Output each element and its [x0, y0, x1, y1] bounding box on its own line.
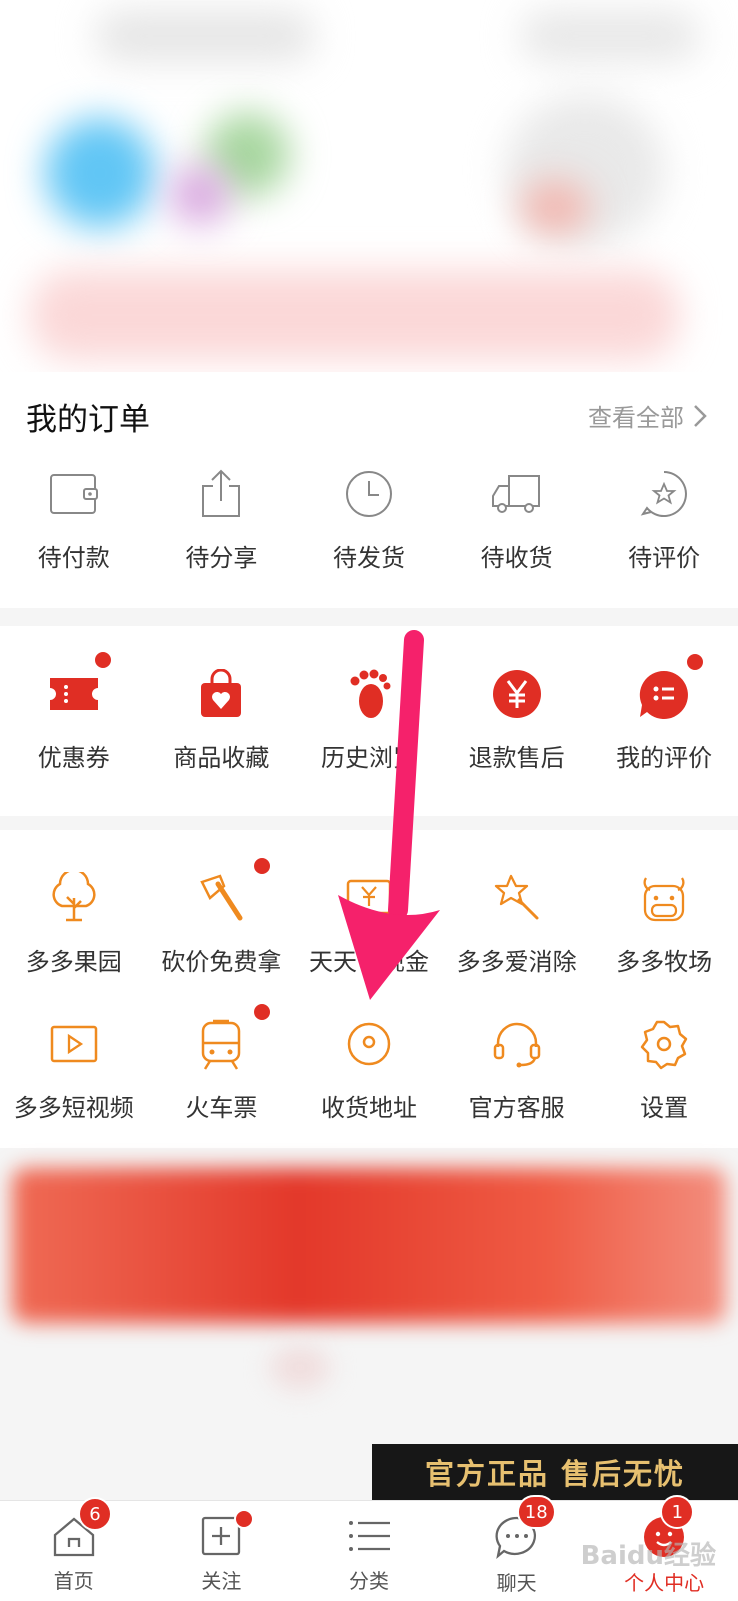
cash-icon	[334, 868, 404, 928]
tool-settings[interactable]: 设置	[590, 1014, 738, 1123]
service-label: 商品收藏	[173, 744, 270, 772]
order-status-label: 待付款	[37, 544, 110, 572]
tools-section: 多多果园 砍价免费拿 天天领现金 多多爱消除 多多牧场 多多短视频 火车票 收货…	[0, 830, 738, 1148]
tab-home[interactable]: 6 首页	[0, 1497, 148, 1601]
tool-label: 设置	[640, 1094, 689, 1122]
tab-badge: 1	[660, 1495, 695, 1529]
services-row: 优惠券 商品收藏 历史浏览 退款售后 我的评价	[0, 650, 738, 773]
tool-bargain[interactable]: 砍价免费拿	[148, 856, 296, 977]
tools-row-1: 多多果园 砍价免费拿 天天领现金 多多爱消除 多多牧场	[0, 856, 738, 977]
footprint-icon	[334, 664, 404, 724]
star-review-icon	[629, 464, 699, 524]
tab-label: 聊天	[496, 1571, 537, 1595]
coupon-icon	[39, 650, 113, 724]
tree-icon	[39, 868, 109, 928]
axe-icon	[186, 856, 273, 928]
notification-dot	[92, 650, 113, 670]
share-icon	[186, 464, 256, 524]
watermark-logo: Baidu经验	[580, 1541, 716, 1571]
order-status-label: 待发货	[332, 544, 405, 572]
order-pending-review[interactable]: 待评价	[590, 464, 738, 573]
yuan-refund-icon	[482, 664, 552, 724]
service-favorites[interactable]: 商品收藏	[148, 664, 296, 773]
blurred-profile-header	[0, 0, 738, 372]
notification-dot	[252, 1002, 273, 1022]
tab-label: 首页	[53, 1569, 94, 1593]
service-label: 优惠券	[37, 744, 110, 772]
orders-section: 我的订单 查看全部 待付款 待分享 待发货 待收货 待评价	[0, 372, 738, 608]
tool-customer-service[interactable]: 官方客服	[443, 1014, 591, 1123]
notification-dot	[685, 652, 706, 672]
tab-categories[interactable]: 分类	[295, 1501, 443, 1601]
tool-shipping-address[interactable]: 收货地址	[295, 1014, 443, 1123]
tool-train-tickets[interactable]: 火车票	[148, 1002, 296, 1123]
order-status-label: 待评价	[628, 544, 701, 572]
blurred-promo-banner[interactable]	[12, 1168, 726, 1323]
tool-label: 官方客服	[468, 1094, 565, 1122]
comment-icon	[629, 652, 706, 724]
truck-icon	[482, 464, 552, 524]
tool-label: 多多爱消除	[456, 948, 577, 976]
blurred-username	[95, 10, 315, 62]
clock-icon	[334, 464, 404, 524]
service-my-reviews[interactable]: 我的评价	[590, 652, 738, 773]
tools-row-2: 多多短视频 火车票 收货地址 官方客服 设置	[0, 1002, 738, 1123]
cow-icon	[629, 868, 699, 928]
service-label: 退款售后	[468, 744, 565, 772]
blurred-top-right	[520, 10, 700, 62]
tool-daily-cash[interactable]: 天天领现金	[295, 868, 443, 977]
train-icon	[186, 1002, 273, 1074]
tool-label: 多多短视频	[13, 1094, 134, 1122]
magic-wand-icon	[482, 868, 552, 928]
service-refunds[interactable]: 退款售后	[443, 664, 591, 773]
headset-icon	[482, 1014, 552, 1074]
tab-follow[interactable]: 关注	[148, 1501, 296, 1601]
service-coupons[interactable]: 优惠券	[0, 650, 148, 773]
tab-badge: 6	[78, 1497, 112, 1531]
category-list-icon	[348, 1521, 390, 1551]
blurred-icon-purple	[170, 165, 230, 225]
order-pending-receipt[interactable]: 待收货	[443, 464, 591, 573]
order-status-label: 待收货	[480, 544, 553, 572]
blurred-right-red	[520, 180, 590, 235]
location-icon	[334, 1014, 404, 1074]
blurred-small-item	[270, 1345, 330, 1390]
tab-label: 分类	[348, 1569, 389, 1593]
service-label: 我的评价	[616, 744, 713, 772]
tool-orchard[interactable]: 多多果园	[0, 868, 148, 977]
blurred-avatar	[45, 118, 155, 228]
notification-dot	[233, 1509, 254, 1529]
tool-label: 天天领现金	[308, 948, 429, 976]
services-section: 优惠券 商品收藏 历史浏览 退款售后 我的评价	[0, 626, 738, 816]
wallet-icon	[39, 464, 109, 524]
promo-strip: 官方正品 售后无忧	[372, 1444, 738, 1500]
order-pending-shipment[interactable]: 待发货	[295, 464, 443, 573]
view-all-label: 查看全部	[588, 404, 684, 432]
tab-label: 关注	[201, 1569, 242, 1593]
settings-gear-icon	[629, 1014, 699, 1074]
order-status-row: 待付款 待分享 待发货 待收货 待评价	[0, 464, 738, 573]
tool-label: 火车票	[185, 1094, 258, 1122]
service-history[interactable]: 历史浏览	[295, 664, 443, 773]
favorite-bag-icon	[186, 664, 256, 724]
order-pending-share[interactable]: 待分享	[148, 464, 296, 573]
order-pending-payment[interactable]: 待付款	[0, 464, 148, 573]
tool-label: 砍价免费拿	[161, 948, 282, 976]
video-icon	[39, 1014, 109, 1074]
tab-badge: 18	[516, 1495, 556, 1529]
tool-ranch[interactable]: 多多牧场	[590, 868, 738, 977]
tool-match-game[interactable]: 多多爱消除	[443, 868, 591, 977]
order-status-label: 待分享	[185, 544, 258, 572]
service-label: 历史浏览	[320, 744, 417, 772]
orders-title: 我的订单	[26, 402, 150, 438]
tab-chat[interactable]: 18 聊天	[443, 1495, 591, 1601]
tool-short-video[interactable]: 多多短视频	[0, 1014, 148, 1123]
tool-label: 多多牧场	[616, 948, 713, 976]
tool-label: 多多果园	[25, 948, 122, 976]
blurred-stats-bar	[30, 270, 680, 360]
chevron-right-icon	[694, 404, 707, 427]
view-all-orders-link[interactable]: 查看全部	[588, 398, 708, 433]
notification-dot	[252, 856, 273, 876]
tool-label: 收货地址	[320, 1094, 417, 1122]
